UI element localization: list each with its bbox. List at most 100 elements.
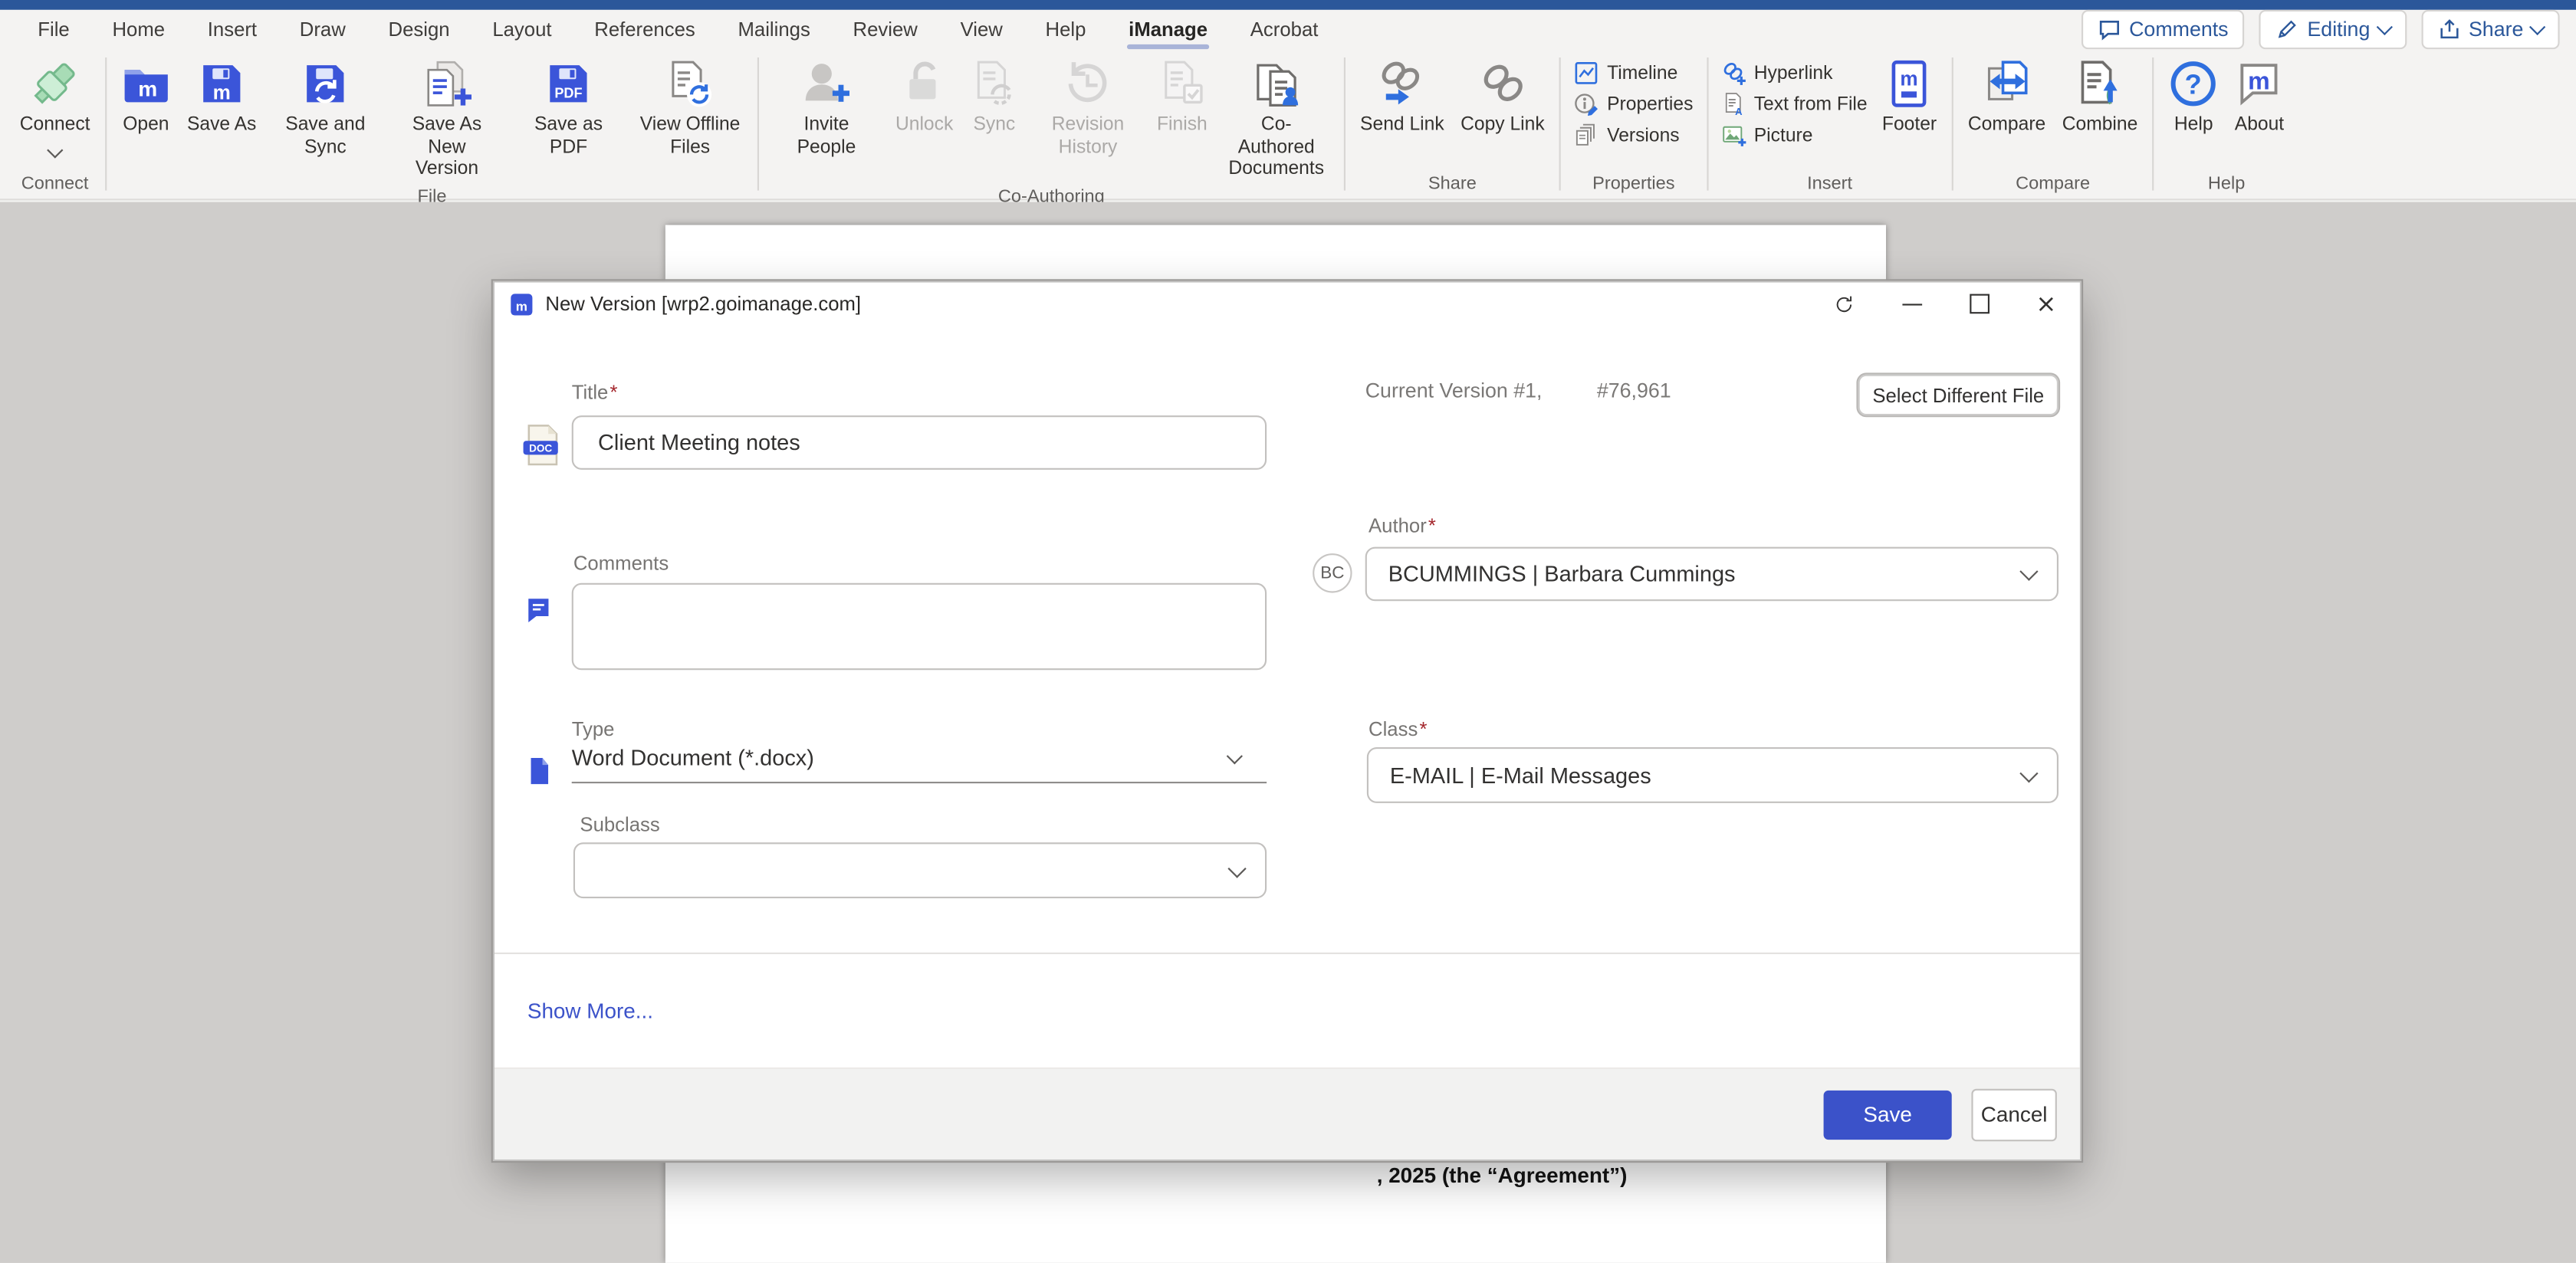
subclass-dropdown[interactable] — [573, 842, 1267, 898]
ribbon-group-connect: ConnectConnect — [7, 49, 104, 198]
ribbon-button-versions[interactable]: Versions — [1574, 123, 1693, 148]
ribbon-button-picture[interactable]: Picture — [1721, 123, 1868, 148]
refresh-icon[interactable] — [1810, 283, 1878, 326]
tab-references[interactable]: References — [573, 10, 716, 49]
author-dropdown[interactable]: BCUMMINGS | Barbara Cummings — [1365, 547, 2058, 602]
tab-review[interactable]: Review — [832, 10, 939, 49]
comments-button[interactable]: Comments — [2082, 10, 2245, 49]
ribbon-button-footer[interactable]: mFooter — [1875, 53, 1943, 141]
ribbon-group-divider — [757, 57, 759, 191]
title-input-value[interactable] — [595, 428, 1244, 456]
tab-imanage[interactable]: iManage — [1107, 10, 1229, 49]
ribbon-button-combine[interactable]: Combine — [2055, 53, 2144, 141]
share-button[interactable]: Share — [2421, 10, 2560, 49]
ribbon-button-properties[interactable]: Properties — [1574, 92, 1693, 116]
ribbon-button-open[interactable]: mOpen — [115, 53, 177, 141]
ribbon-button-co-authored-documents[interactable]: Co-Authored Documents — [1217, 53, 1336, 185]
close-icon[interactable]: × — [2013, 283, 2080, 326]
ribbon-group-insert: HyperlinkAText from FilePicturemFooterIn… — [1710, 49, 1950, 198]
dialog-window-controls: × — [1810, 283, 2079, 326]
ribbon-group-divider — [2153, 57, 2154, 191]
ribbon-button-view-offline-files[interactable]: View Offline Files — [631, 53, 749, 163]
ribbon-button-save-as-pdf[interactable]: PDFSave as PDF — [509, 53, 627, 163]
svg-text:m: m — [213, 80, 231, 103]
floppy-sync-icon — [301, 59, 350, 108]
ribbon-button-text-from-file[interactable]: AText from File — [1721, 92, 1868, 116]
ribbon-group-label: Properties — [1589, 172, 1678, 198]
author-avatar: BC — [1313, 553, 1352, 592]
save-button[interactable]: Save — [1824, 1090, 1952, 1139]
ribbon-button-save-as[interactable]: mSave As — [180, 53, 263, 141]
help-circle-icon: ? — [2169, 59, 2218, 108]
picture-icon — [1721, 123, 1746, 148]
svg-text:m: m — [2249, 67, 2271, 94]
ribbon-button-timeline[interactable]: Timeline — [1574, 61, 1693, 85]
class-value: E-MAIL | E-Mail Messages — [1390, 763, 1651, 787]
ribbon-button-copy-link[interactable]: Copy Link — [1454, 53, 1552, 141]
editing-button[interactable]: Editing — [2259, 10, 2406, 49]
tab-file[interactable]: File — [16, 10, 90, 49]
minimize-icon[interactable] — [1878, 283, 1945, 326]
title-field-label: Title* — [572, 381, 618, 404]
svg-text:PDF: PDF — [554, 85, 582, 100]
ribbon-button-connect[interactable]: Connect — [13, 53, 97, 159]
chevron-down-icon — [2376, 19, 2392, 35]
properties-info-icon — [1574, 92, 1598, 116]
ribbon-button-compare[interactable]: Compare — [1961, 53, 2052, 141]
chevron-down-icon — [2019, 763, 2038, 782]
tab-acrobat[interactable]: Acrobat — [1229, 10, 1339, 49]
maximize-icon[interactable] — [1945, 283, 2013, 326]
author-field-label: Author* — [1368, 514, 1436, 537]
svg-text:m: m — [138, 77, 157, 100]
word-window: FileHomeInsertDrawDesignLayoutReferences… — [0, 0, 2576, 1263]
ribbon-button-unlock: Unlock — [889, 53, 959, 141]
type-dropdown[interactable]: Word Document (*.docx) — [572, 744, 1267, 783]
type-value: Word Document (*.docx) — [572, 746, 814, 770]
ribbon-button-sync: Sync — [963, 53, 1025, 141]
type-field-label: Type — [572, 717, 615, 740]
doc-badge-icon: DOC — [519, 421, 564, 470]
tab-layout[interactable]: Layout — [471, 10, 573, 49]
ribbon-group-label: Share — [1425, 172, 1480, 198]
hyperlink-icon — [1721, 61, 1746, 85]
ribbon-group-co-authoring: Invite PeopleUnlockSyncRevision HistoryF… — [761, 49, 1342, 198]
ribbon-button-send-link[interactable]: Send Link — [1353, 53, 1451, 141]
ribbon-group-divider — [1707, 57, 1708, 191]
window-title-strip — [0, 0, 2576, 10]
ribbon-group-compare: CompareCombineCompare — [1955, 49, 2151, 198]
ribbon-tabs: FileHomeInsertDrawDesignLayoutReferences… — [0, 10, 1339, 49]
editing-icon — [2276, 18, 2299, 41]
show-more-link[interactable]: Show More... — [527, 999, 653, 1023]
tab-mailings[interactable]: Mailings — [717, 10, 832, 49]
select-different-file-button[interactable]: Select Different File — [1858, 375, 2058, 416]
tab-view[interactable]: View — [939, 10, 1024, 49]
ribbon-button-hyperlink[interactable]: Hyperlink — [1721, 61, 1868, 85]
tab-insert[interactable]: Insert — [186, 10, 278, 49]
timeline-icon — [1574, 61, 1598, 85]
ribbon-button-save-as-new-version[interactable]: Save As New Version — [388, 53, 506, 185]
class-dropdown[interactable]: E-MAIL | E-Mail Messages — [1367, 747, 2058, 803]
tab-draw[interactable]: Draw — [278, 10, 367, 49]
invite-people-icon — [802, 59, 851, 108]
chevron-down-icon — [1227, 858, 1246, 877]
dialog-title: New Version [wrp2.goimanage.com] — [545, 292, 861, 315]
comments-icon — [2098, 18, 2121, 41]
unlock-icon — [899, 59, 948, 108]
cancel-button[interactable]: Cancel — [1971, 1088, 2056, 1141]
ribbon-button-invite-people[interactable]: Invite People — [767, 53, 886, 163]
ribbon-button-about[interactable]: mAbout — [2228, 53, 2291, 141]
tab-design[interactable]: Design — [367, 10, 472, 49]
ribbon-group-label: Compare — [2013, 172, 2094, 198]
comments-textarea[interactable] — [572, 583, 1267, 671]
tab-home[interactable]: Home — [91, 10, 186, 49]
ribbon-button-save-and-sync[interactable]: Save and Sync — [266, 53, 384, 163]
ribbon-button-help[interactable]: ?Help — [2162, 53, 2224, 141]
title-input[interactable] — [572, 415, 1267, 470]
imanage-ribbon: ConnectConnectmOpenmSave AsSave and Sync… — [0, 49, 2576, 200]
document-workspace: , 2025 (the “Agreement”) m New Version [… — [0, 202, 2576, 1263]
footer-icon: m — [1884, 59, 1934, 108]
dialog-titlebar[interactable]: m New Version [wrp2.goimanage.com] × — [495, 283, 2080, 326]
tab-help[interactable]: Help — [1024, 10, 1108, 49]
chevron-down-icon — [1227, 747, 1243, 763]
ribbon-tab-bar: FileHomeInsertDrawDesignLayoutReferences… — [0, 10, 2576, 49]
